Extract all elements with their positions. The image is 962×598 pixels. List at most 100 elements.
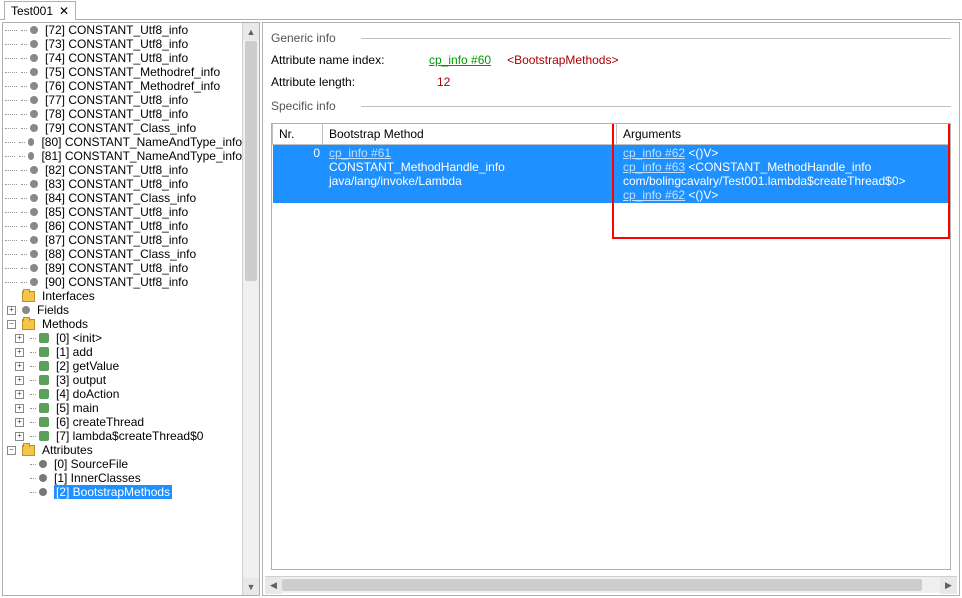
- expander-icon[interactable]: +: [15, 404, 24, 413]
- tree-item-constant[interactable]: [85] CONSTANT_Utf8_info: [5, 205, 242, 219]
- tree-item-label: [7] lambda$createThread$0: [56, 429, 203, 443]
- method-icon: [39, 361, 49, 371]
- tree-item-constant[interactable]: [79] CONSTANT_Class_info: [5, 121, 242, 135]
- expander-icon[interactable]: +: [15, 334, 24, 343]
- attribute-icon: [39, 460, 47, 468]
- column-header-nr[interactable]: Nr.: [273, 124, 323, 145]
- method-icon: [39, 417, 49, 427]
- tree-item-method[interactable]: +[2] getValue: [13, 359, 242, 373]
- tree-item-method[interactable]: +[5] main: [13, 401, 242, 415]
- method-icon: [39, 431, 49, 441]
- bullet-icon: [30, 236, 38, 244]
- scroll-down-arrow[interactable]: ▼: [243, 578, 259, 595]
- file-tab[interactable]: Test001 ✕: [4, 1, 76, 20]
- scroll-thumb[interactable]: [282, 579, 922, 591]
- tree-item-constant[interactable]: [89] CONSTANT_Utf8_info: [5, 261, 242, 275]
- column-header-args[interactable]: Arguments: [617, 124, 950, 145]
- method-icon: [39, 403, 49, 413]
- bullet-icon: [30, 110, 38, 118]
- bullet-icon: [30, 26, 38, 34]
- tree-item-constant[interactable]: [74] CONSTANT_Utf8_info: [5, 51, 242, 65]
- attribute-icon: [39, 488, 47, 496]
- tab-close-icon[interactable]: ✕: [59, 4, 69, 18]
- bullet-icon: [30, 96, 38, 104]
- tree-item-attribute[interactable]: [0] SourceFile: [13, 457, 242, 471]
- attr-length-value: 12: [437, 75, 450, 89]
- tree-item-method[interactable]: +[1] add: [13, 345, 242, 359]
- cp-link[interactable]: cp_info #62: [623, 188, 685, 202]
- tree-item-label: [1] InnerClasses: [54, 471, 141, 485]
- tree-item-method[interactable]: +[0] <init>: [13, 331, 242, 345]
- tree-item-label: [80] CONSTANT_NameAndType_info: [41, 135, 242, 149]
- tree-item-label: [78] CONSTANT_Utf8_info: [45, 107, 188, 121]
- cp-link[interactable]: cp_info #63: [623, 160, 685, 174]
- cp-link[interactable]: cp_info #62: [623, 146, 685, 160]
- bullet-icon: [30, 180, 38, 188]
- tree-section-methods[interactable]: Methods: [42, 317, 88, 331]
- expander-icon[interactable]: +: [15, 362, 24, 371]
- expander-icon[interactable]: +: [15, 432, 24, 441]
- tree-item-constant[interactable]: [78] CONSTANT_Utf8_info: [5, 107, 242, 121]
- tree-item-method[interactable]: +[3] output: [13, 373, 242, 387]
- tree-item-label: [72] CONSTANT_Utf8_info: [45, 23, 188, 37]
- attr-name-index-link[interactable]: cp_info #60: [429, 53, 491, 67]
- tree-item-constant[interactable]: [90] CONSTANT_Utf8_info: [5, 275, 242, 289]
- tree-item-label: [2] BootstrapMethods: [54, 485, 172, 499]
- tree-section-interfaces[interactable]: Interfaces: [42, 289, 95, 303]
- expander-icon[interactable]: +: [15, 418, 24, 427]
- tree-item-constant[interactable]: [86] CONSTANT_Utf8_info: [5, 219, 242, 233]
- tree-item-label: [85] CONSTANT_Utf8_info: [45, 205, 188, 219]
- folder-icon: [22, 291, 35, 302]
- tree-item-constant[interactable]: [82] CONSTANT_Utf8_info: [5, 163, 242, 177]
- cp-link[interactable]: cp_info #61: [329, 146, 391, 160]
- tree-item-constant[interactable]: [75] CONSTANT_Methodref_info: [5, 65, 242, 79]
- generic-info-title: Generic info: [271, 31, 957, 45]
- tree-item-method[interactable]: +[6] createThread: [13, 415, 242, 429]
- tree-section-attributes[interactable]: Attributes: [42, 443, 93, 457]
- tree-item-label: [75] CONSTANT_Methodref_info: [45, 65, 220, 79]
- tree-item-label: [88] CONSTANT_Class_info: [45, 247, 196, 261]
- scroll-thumb[interactable]: [245, 41, 257, 281]
- arg-desc: <()V>: [685, 146, 718, 160]
- tree-item-constant[interactable]: [72] CONSTANT_Utf8_info: [5, 23, 242, 37]
- tree-item-method[interactable]: +[4] doAction: [13, 387, 242, 401]
- tree-item-attribute[interactable]: [2] BootstrapMethods: [13, 485, 242, 499]
- bullet-icon: [30, 222, 38, 230]
- class-tree[interactable]: [72] CONSTANT_Utf8_info[73] CONSTANT_Utf…: [3, 23, 242, 595]
- column-header-method[interactable]: Bootstrap Method: [323, 124, 617, 145]
- method-icon: [39, 333, 49, 343]
- method-icon: [39, 389, 49, 399]
- scroll-left-arrow[interactable]: ◀: [265, 577, 282, 594]
- tree-item-constant[interactable]: [87] CONSTANT_Utf8_info: [5, 233, 242, 247]
- tree-item-label: [0] SourceFile: [54, 457, 128, 471]
- tree-item-constant[interactable]: [88] CONSTANT_Class_info: [5, 247, 242, 261]
- bullet-icon: [30, 40, 38, 48]
- expander-icon[interactable]: +: [15, 376, 24, 385]
- scroll-right-arrow[interactable]: ▶: [940, 577, 957, 594]
- method-icon: [39, 347, 49, 357]
- tree-item-constant[interactable]: [77] CONSTANT_Utf8_info: [5, 93, 242, 107]
- tree-item-label: [83] CONSTANT_Utf8_info: [45, 177, 188, 191]
- scroll-up-arrow[interactable]: ▲: [243, 23, 259, 40]
- tree-item-label: [73] CONSTANT_Utf8_info: [45, 37, 188, 51]
- bullet-icon: [30, 194, 38, 202]
- expander-icon[interactable]: −: [7, 320, 16, 329]
- tree-item-constant[interactable]: [83] CONSTANT_Utf8_info: [5, 177, 242, 191]
- expander-icon[interactable]: +: [15, 390, 24, 399]
- tree-item-constant[interactable]: [76] CONSTANT_Methodref_info: [5, 79, 242, 93]
- expander-icon[interactable]: +: [15, 348, 24, 357]
- tree-item-constant[interactable]: [84] CONSTANT_Class_info: [5, 191, 242, 205]
- attr-name-index-desc: <BootstrapMethods>: [507, 53, 618, 67]
- tree-item-constant[interactable]: [80] CONSTANT_NameAndType_info: [5, 135, 242, 149]
- expander-icon[interactable]: +: [7, 306, 16, 315]
- expander-icon[interactable]: −: [7, 446, 16, 455]
- right-horizontal-scrollbar[interactable]: ◀ ▶: [265, 576, 957, 593]
- tree-vertical-scrollbar[interactable]: ▲ ▼: [242, 23, 259, 595]
- tree-item-attribute[interactable]: [1] InnerClasses: [13, 471, 242, 485]
- tree-item-constant[interactable]: [73] CONSTANT_Utf8_info: [5, 37, 242, 51]
- cell-method-desc: CONSTANT_MethodHandle_info java/lang/inv…: [329, 160, 505, 188]
- tree-item-method[interactable]: + [7] lambda$createThread$0: [13, 429, 242, 443]
- tree-item-constant[interactable]: [81] CONSTANT_NameAndType_info: [5, 149, 242, 163]
- table-row[interactable]: 0 cp_info #61 CONSTANT_MethodHandle_info…: [273, 145, 950, 204]
- tree-section-fields[interactable]: Fields: [37, 303, 69, 317]
